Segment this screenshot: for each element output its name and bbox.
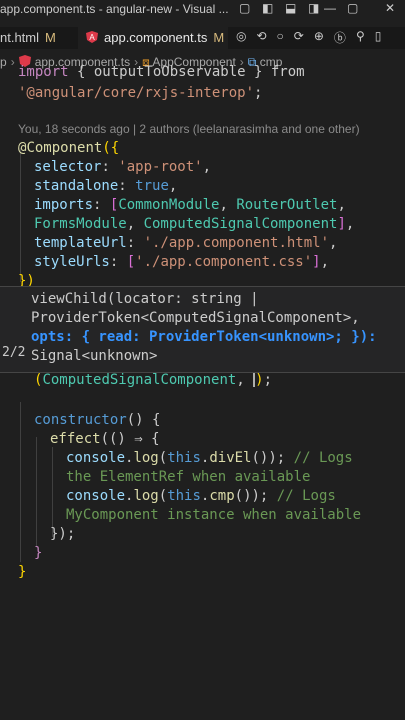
code-line: standalone: true, xyxy=(34,178,178,194)
angular-icon: A xyxy=(86,31,98,43)
code-line: console.log(this.divEl()); // Logs xyxy=(66,450,353,466)
breadcrumb-folder[interactable]: p xyxy=(0,55,7,69)
code-line: }); xyxy=(50,526,76,542)
minimize-icon[interactable]: — xyxy=(324,1,336,15)
circle-icon[interactable]: ○ xyxy=(277,29,284,46)
tab-label: .html xyxy=(10,30,40,45)
title-bar: app.component.ts - angular-new - Visual … xyxy=(0,0,405,18)
modified-badge: M xyxy=(45,30,56,45)
panel-left-icon[interactable]: ◧ xyxy=(262,1,273,15)
svg-text:A: A xyxy=(89,33,95,42)
close-icon[interactable]: ✕ xyxy=(385,1,395,15)
code-line: console.log(this.cmp()); // Logs xyxy=(66,488,336,504)
signature-help-popup: viewChild(locator: string | ProviderToke… xyxy=(0,286,405,373)
signature-active-param: opts: { read: ProviderToken<unknown>; })… xyxy=(31,329,377,345)
code-line: styleUrls: ['./app.component.css'], xyxy=(34,254,330,270)
tab-app-component-ts[interactable]: Aapp.component.ts M xyxy=(78,27,228,49)
go-forward-icon[interactable]: ⟳ xyxy=(294,29,304,46)
indent-guide xyxy=(36,437,37,547)
code-line: the ElementRef when available xyxy=(66,469,311,485)
modified-badge: M xyxy=(213,30,225,45)
tab-label: app.component.ts xyxy=(104,30,208,45)
window-title: app.component.ts - angular-new - Visual … xyxy=(0,2,229,16)
code-line: effect(() ⇒ { xyxy=(50,431,160,447)
signature-line: Signal<unknown> xyxy=(31,348,158,364)
code-line: FormsModule, ComputedSignalComponent], xyxy=(34,216,355,232)
code-line: (ComputedSignalComponent, ); xyxy=(34,371,273,388)
overload-counter[interactable]: 2/2 xyxy=(2,345,25,360)
git-compare-icon[interactable]: ⊕ xyxy=(314,29,324,46)
panel-bottom-icon[interactable]: ⬓ xyxy=(285,1,296,15)
panel-right-icon[interactable]: ◨ xyxy=(308,1,319,15)
code-line: } xyxy=(34,545,43,561)
code-line: templateUrl: './app.component.html', xyxy=(34,235,338,251)
split-editor-icon[interactable]: ⚲ xyxy=(356,29,365,46)
chevron-right-icon: › xyxy=(10,55,15,69)
signature-line: ProviderToken<ComputedSignalComponent>, xyxy=(31,310,360,326)
indent-guide xyxy=(20,402,21,562)
compare-icon[interactable]: ◎ xyxy=(236,29,246,46)
go-back-icon[interactable]: ⟲ xyxy=(256,29,266,46)
editor-actions: ◎ ⟲ ○ ⟳ ⊕ ⓑ ⚲ ▯ xyxy=(236,29,381,46)
code-line: selector: 'app-root', xyxy=(34,159,212,175)
maximize-icon[interactable]: ▢ xyxy=(347,1,358,15)
indent-guide xyxy=(52,447,53,537)
tab-label-prefix: nt xyxy=(0,30,11,45)
code-line: imports: [CommonModule, RouterOutlet, xyxy=(34,197,346,213)
code-line: constructor() { xyxy=(34,412,161,428)
more-actions-icon[interactable]: ▯ xyxy=(375,29,382,46)
source-control-icon[interactable]: ⓑ xyxy=(334,29,346,46)
indent-guide xyxy=(20,148,21,282)
layout-icon[interactable]: ▢ xyxy=(239,1,250,15)
signature-line: viewChild(locator: string | xyxy=(31,291,259,307)
code-line: '@angular/core/rxjs-interop'; xyxy=(18,85,263,101)
code-line: MyComponent instance when available xyxy=(66,507,362,523)
code-line: import { outputToObservable } from xyxy=(18,64,305,80)
git-blame-annotation[interactable]: You, 18 seconds ago | 2 authors (leelana… xyxy=(18,120,360,139)
code-line: } xyxy=(18,564,27,580)
code-line: @Component({ xyxy=(18,140,120,156)
tab-app-component-html[interactable]: nt.html M xyxy=(0,27,72,49)
tab-bar: nt.html M Aapp.component.ts M ◎ ⟲ ○ ⟳ ⊕ ⓑ … xyxy=(0,27,405,49)
